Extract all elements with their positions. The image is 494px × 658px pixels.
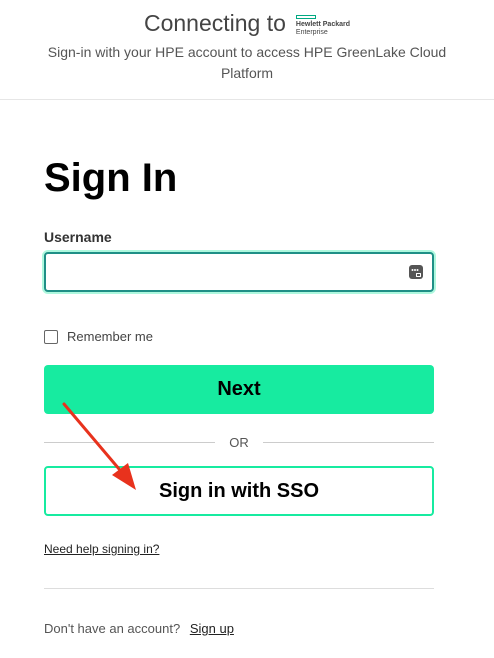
hpe-logo: Hewlett Packard Enterprise xyxy=(295,13,351,39)
remember-me-row[interactable]: Remember me xyxy=(44,329,153,344)
remember-me-checkbox[interactable] xyxy=(44,329,58,344)
remember-me-label[interactable]: Remember me xyxy=(67,329,153,344)
username-label: Username xyxy=(44,229,112,245)
signup-row: Don't have an account? Sign up xyxy=(44,621,234,636)
hpe-logo-mark xyxy=(295,14,316,19)
or-line-right xyxy=(262,441,434,443)
or-text: OR xyxy=(229,434,249,450)
hpe-logo-line1: Hewlett Packard xyxy=(295,20,351,28)
footer-divider xyxy=(44,588,434,589)
page-header: Connecting to Hewlett Packard Enterprise… xyxy=(0,0,494,100)
or-line-left xyxy=(44,441,216,443)
password-manager-icon[interactable] xyxy=(408,264,424,280)
connecting-row: Connecting to Hewlett Packard Enterprise xyxy=(0,10,494,37)
header-subtitle: Sign-in with your HPE account to access … xyxy=(47,44,447,81)
no-account-text: Don't have an account? xyxy=(44,621,181,636)
or-separator: OR xyxy=(44,432,434,452)
connecting-text: Connecting to xyxy=(143,10,286,36)
username-input[interactable] xyxy=(46,254,406,290)
sign-in-with-sso-button[interactable]: Sign in with SSO xyxy=(44,466,434,516)
need-help-link[interactable]: Need help signing in? xyxy=(44,542,159,556)
hpe-logo-line2: Enterprise xyxy=(295,28,328,36)
sign-up-link[interactable]: Sign up xyxy=(190,621,234,636)
page-title: Sign In xyxy=(44,156,178,200)
username-field-container xyxy=(44,252,434,292)
next-button[interactable]: Next xyxy=(44,365,434,414)
